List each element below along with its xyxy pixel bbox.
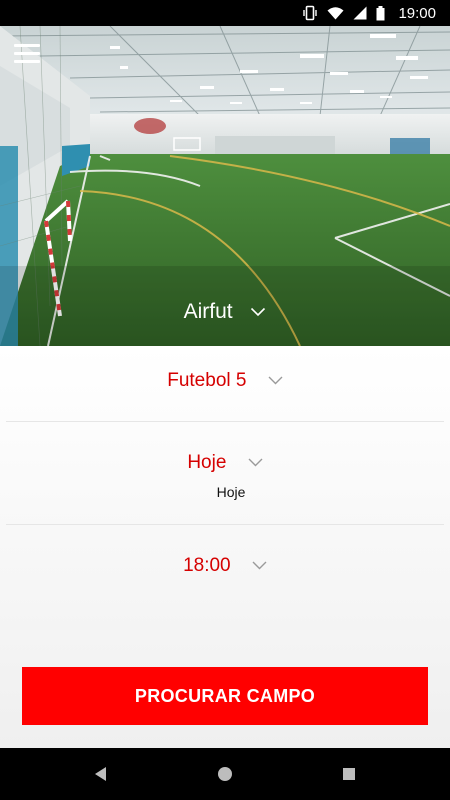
venue-name: Airfut xyxy=(183,300,233,323)
time-value: 18:00 xyxy=(183,555,231,576)
indoor-pitch-photo xyxy=(0,26,450,346)
booking-form: Futebol 5 Hoje Hoje 18:00 PROCURAR CAMPO xyxy=(0,346,450,748)
divider xyxy=(6,524,444,525)
recents-icon[interactable] xyxy=(336,761,362,787)
day-value: Hoje xyxy=(187,452,227,473)
sport-selector[interactable]: Futebol 5 xyxy=(0,370,450,392)
status-icons: 19:00 xyxy=(302,0,436,26)
search-field-button[interactable]: PROCURAR CAMPO xyxy=(22,667,428,725)
chevron-down-icon xyxy=(252,561,267,570)
chevron-down-icon xyxy=(251,308,266,317)
wifi-icon xyxy=(327,7,344,20)
battery-icon xyxy=(376,5,385,20)
hamburger-menu-icon[interactable] xyxy=(14,44,40,66)
venue-hero-image: Airfut xyxy=(0,26,450,346)
vibrate-icon xyxy=(303,5,318,21)
day-sub-label: Hoje xyxy=(216,484,246,500)
status-time: 19:00 xyxy=(398,4,436,22)
venue-selector[interactable]: Airfut xyxy=(0,300,450,324)
status-bar: 19:00 xyxy=(0,0,450,26)
signal-icon xyxy=(353,6,367,20)
back-icon[interactable] xyxy=(88,761,114,787)
time-selector[interactable]: 18:00 xyxy=(0,555,450,577)
divider xyxy=(6,421,444,422)
chevron-down-icon xyxy=(248,458,263,467)
day-selector[interactable]: Hoje xyxy=(0,452,450,474)
chevron-down-icon xyxy=(268,376,283,385)
navigation-bar xyxy=(0,748,450,800)
sport-value: Futebol 5 xyxy=(167,370,247,391)
home-icon[interactable] xyxy=(212,761,238,787)
